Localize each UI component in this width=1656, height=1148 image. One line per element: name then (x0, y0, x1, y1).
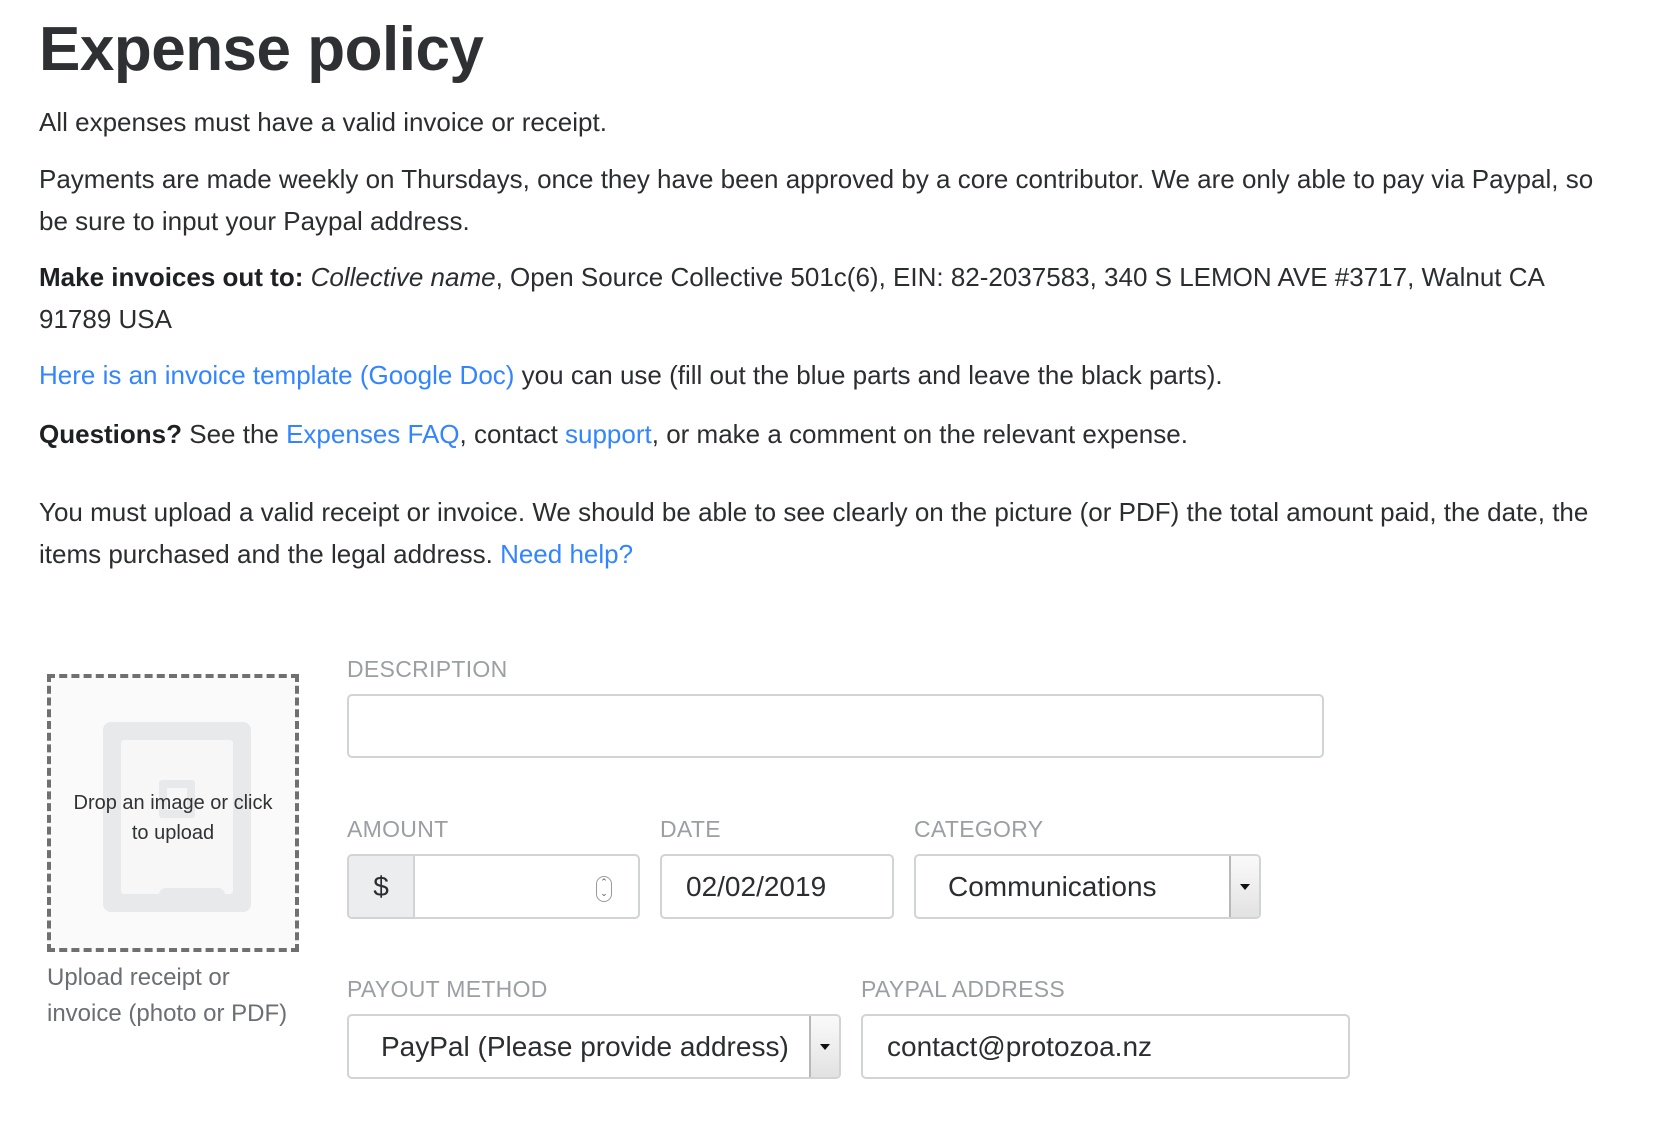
date-field[interactable] (660, 854, 894, 919)
invoice-label: Make invoices out to: (39, 262, 304, 292)
questions-text-b: , contact (459, 419, 566, 449)
policy-paragraph-receipt: All expenses must have a valid invoice o… (39, 107, 607, 137)
category-label: CATEGORY (914, 816, 1044, 842)
payout-method-label: PAYOUT METHOD (347, 976, 548, 1002)
expenses-faq-link[interactable]: Expenses FAQ (286, 419, 459, 449)
receipt-notice: You must upload a valid receipt or invoi… (39, 491, 1639, 575)
support-link[interactable]: support (565, 419, 652, 449)
chevron-down-icon[interactable] (1229, 856, 1259, 917)
chevron-down-icon[interactable] (809, 1016, 839, 1077)
questions-text-c: , or make a comment on the relevant expe… (651, 419, 1188, 449)
currency-prefix: $ (349, 856, 415, 917)
receipt-upload-dropzone[interactable]: Drop an image or click to upload (47, 674, 299, 952)
category-select[interactable]: Communications (914, 854, 1261, 919)
amount-label: AMOUNT (347, 816, 449, 842)
page-title: Expense policy (39, 15, 484, 84)
collective-name: Collective name (310, 262, 496, 292)
paypal-address-label: PAYPAL ADDRESS (861, 976, 1066, 1002)
upload-caption: Upload receipt or invoice (photo or PDF) (47, 964, 288, 1027)
description-input[interactable] (349, 696, 1322, 756)
category-selected-value: Communications (948, 870, 1157, 902)
date-input[interactable] (662, 856, 892, 917)
policy-paragraph-invoice-address: Make invoices out to: Collective name, O… (39, 256, 1619, 340)
payout-method-selected-value: PayPal (Please provide address) (381, 1030, 789, 1062)
number-spinner-icon[interactable]: ⌃ ⌄ (596, 876, 612, 902)
paypal-address-input[interactable] (863, 1016, 1348, 1077)
amount-field[interactable]: $ ⌃ ⌄ (347, 854, 640, 919)
description-label: DESCRIPTION (347, 656, 508, 682)
description-field[interactable] (347, 694, 1324, 758)
policy-paragraph-template: Here is an invoice template (Google Doc)… (39, 354, 1223, 396)
receipt-notice-text: You must upload a valid receipt or invoi… (39, 497, 1589, 569)
invoice-template-link[interactable]: Here is an invoice template (Google Doc) (39, 360, 514, 390)
date-label: DATE (660, 816, 721, 842)
policy-paragraph-questions: Questions? See the Expenses FAQ, contact… (39, 413, 1188, 455)
dropzone-text: Drop an image or click to upload (73, 792, 273, 844)
payout-method-select[interactable]: PayPal (Please provide address) (347, 1014, 841, 1079)
questions-text-a: See the (182, 419, 287, 449)
paypal-address-field[interactable] (861, 1014, 1350, 1079)
need-help-link[interactable]: Need help? (500, 539, 633, 569)
policy-paragraph-payments: Payments are made weekly on Thursdays, o… (39, 164, 1594, 236)
template-text: you can use (fill out the blue parts and… (514, 360, 1223, 390)
questions-label: Questions? (39, 419, 183, 449)
